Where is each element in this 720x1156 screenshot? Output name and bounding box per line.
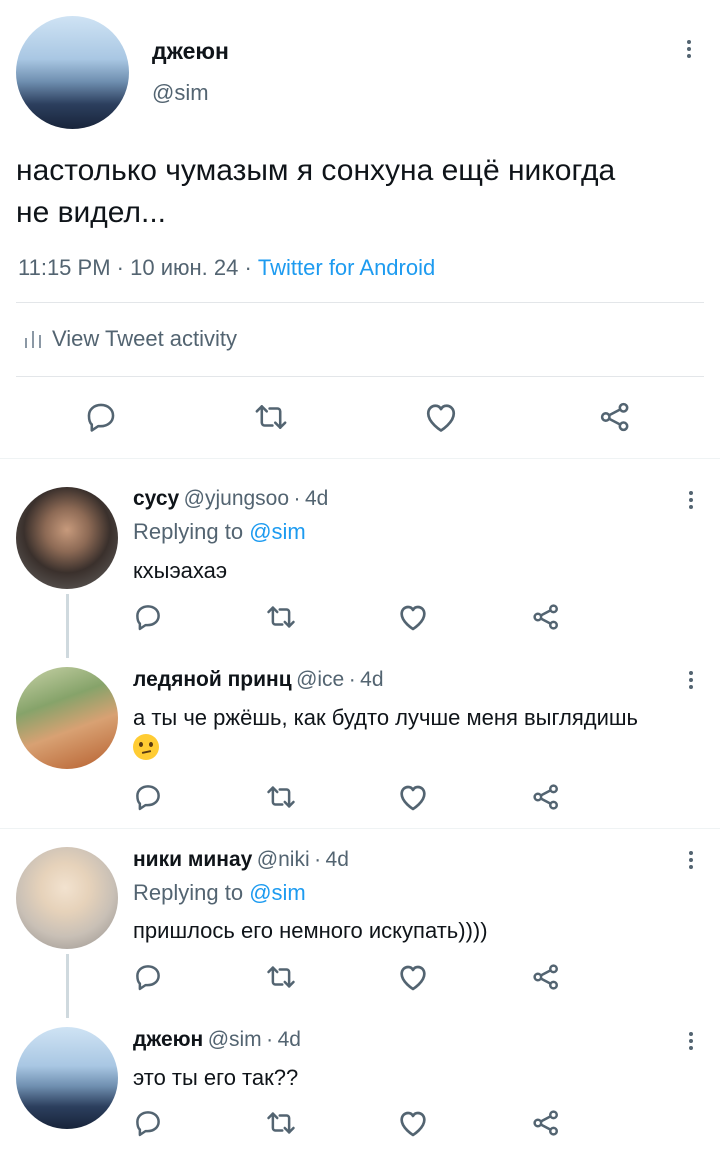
reply-text-content: а ты че ржёшь, как будто лучше меня выгл… (133, 705, 639, 730)
like-icon[interactable] (397, 962, 429, 992)
reply-author-name[interactable]: ники минау (133, 848, 252, 871)
retweet-icon[interactable] (264, 602, 298, 632)
avatar[interactable] (16, 487, 118, 589)
reply-text: пришлось его немного искупать)))) (133, 918, 488, 943)
author-avatar[interactable] (16, 16, 129, 129)
section-divider (0, 828, 720, 829)
replying-to-handle[interactable]: @sim (249, 519, 306, 544)
reply-icon[interactable] (133, 1108, 163, 1138)
view-activity-button[interactable]: View Tweet activity (24, 326, 237, 352)
retweet-icon[interactable] (264, 1108, 298, 1138)
more-icon[interactable] (684, 848, 698, 872)
reply-author-handle[interactable]: @ice (296, 668, 344, 691)
rolling-eyes-emoji (133, 734, 159, 760)
replying-to-label: Replying to (133, 519, 244, 544)
meta-separator: · (244, 255, 252, 280)
like-icon[interactable] (397, 782, 429, 812)
retweet-icon[interactable] (264, 782, 298, 812)
avatar[interactable] (16, 667, 118, 769)
tweet-date: 10 июн. 24 (130, 255, 239, 280)
replying-to-handle[interactable]: @sim (249, 880, 306, 905)
avatar[interactable] (16, 1027, 118, 1129)
reply-author-handle[interactable]: @niki (257, 848, 310, 871)
share-icon[interactable] (531, 782, 561, 812)
share-icon[interactable] (531, 1108, 561, 1138)
like-icon[interactable] (397, 1108, 429, 1138)
tweet-meta: 11:15 PM · 10 июн. 24 · Twitter for Andr… (18, 255, 435, 281)
more-icon[interactable] (684, 668, 698, 692)
like-icon[interactable] (423, 400, 459, 434)
tweet-time: 11:15 PM (18, 255, 111, 280)
like-icon[interactable] (397, 602, 429, 632)
retweet-icon[interactable] (264, 962, 298, 992)
section-divider (0, 458, 720, 459)
meta-separator: · (314, 848, 322, 871)
reply-author-name[interactable]: джеюн (133, 1028, 203, 1051)
reply-age: 4d (304, 487, 329, 510)
meta-separator: · (293, 487, 301, 510)
more-icon[interactable] (684, 1029, 698, 1053)
reply-age: 4d (360, 668, 384, 691)
reply-text: кхыэахаэ (133, 558, 228, 583)
reply-icon[interactable] (133, 782, 163, 812)
tweet-source-link[interactable]: Twitter for Android (258, 255, 435, 280)
retweet-icon[interactable] (252, 400, 290, 434)
thread-line (66, 594, 69, 658)
avatar[interactable] (16, 847, 118, 949)
replying-to: Replying to @sim (133, 519, 306, 545)
activity-icon (24, 329, 42, 349)
reply-header: сусу @yjungsoo · 4d (133, 487, 328, 511)
more-icon[interactable] (684, 488, 698, 512)
reply-text: а ты че ржёшь, как будто лучше меня выгл… (133, 702, 653, 764)
reply-header: ники минау @niki · 4d (133, 848, 349, 872)
tweet-text: настолько чумазым я сонхуна ещё никогда … (16, 154, 616, 229)
reply-author-handle[interactable]: @sim (208, 1028, 262, 1051)
reply-age: 4d (325, 848, 349, 871)
meta-separator: · (266, 1028, 274, 1051)
author-handle[interactable]: @sim (152, 80, 209, 106)
meta-separator: · (348, 668, 356, 691)
reply-icon[interactable] (133, 602, 163, 632)
thread-line (66, 954, 69, 1018)
reply-header: джеюн @sim · 4d (133, 1028, 301, 1052)
share-icon[interactable] (531, 962, 561, 992)
meta-separator: · (116, 255, 124, 280)
share-icon[interactable] (531, 602, 561, 632)
reply-header: ледяной принц @ice · 4d (133, 668, 384, 692)
divider (16, 376, 704, 377)
replying-to-label: Replying to (133, 880, 244, 905)
reply-author-name[interactable]: ледяной принц (133, 668, 292, 691)
reply-text: это ты его так?? (133, 1065, 299, 1090)
reply-icon[interactable] (84, 400, 118, 434)
reply-age: 4d (277, 1028, 301, 1051)
reply-icon[interactable] (133, 962, 163, 992)
share-icon[interactable] (598, 400, 632, 434)
divider (16, 302, 704, 303)
reply-author-handle[interactable]: @yjungsoo (184, 487, 289, 510)
reply-author-name[interactable]: сусу (133, 487, 179, 510)
more-icon[interactable] (682, 37, 696, 61)
author-name[interactable]: джеюн (152, 38, 229, 65)
replying-to: Replying to @sim (133, 880, 306, 906)
activity-label: View Tweet activity (52, 326, 238, 351)
